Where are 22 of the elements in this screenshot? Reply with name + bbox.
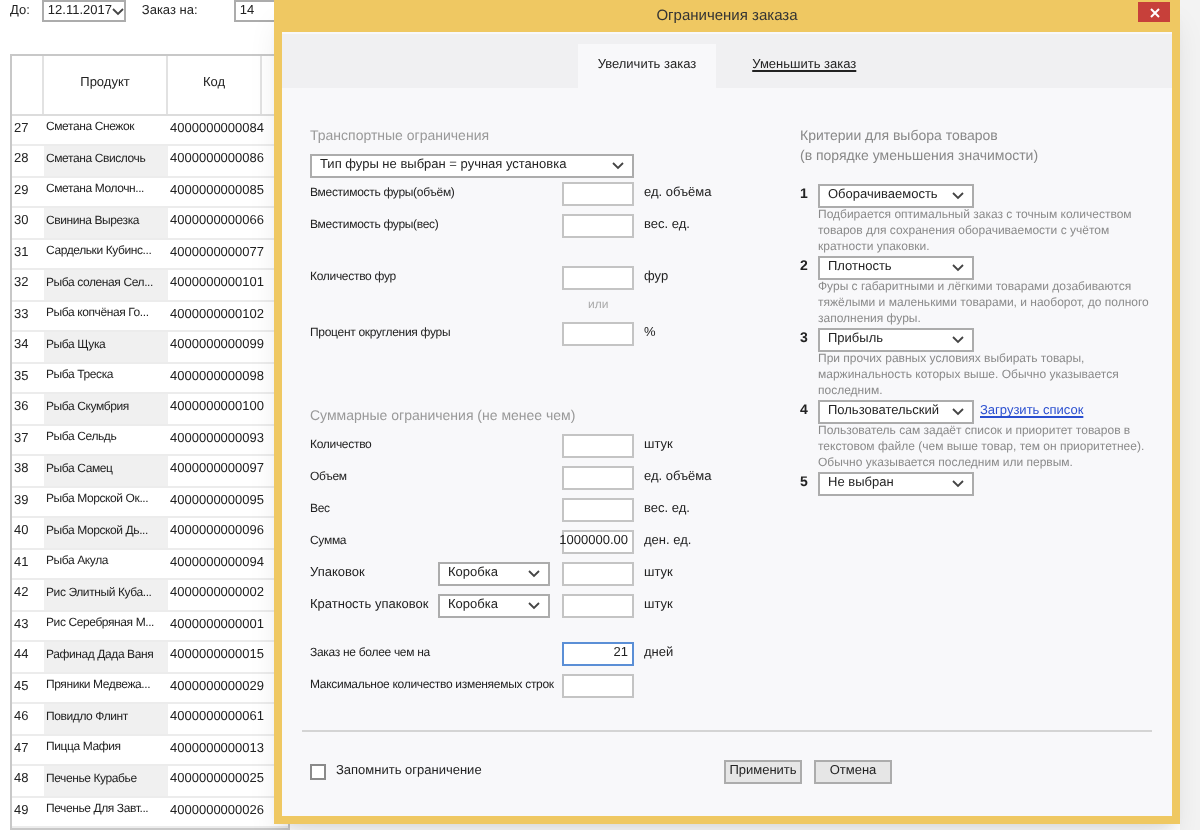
checkbox[interactable] xyxy=(310,764,326,780)
caret-icon xyxy=(612,162,624,170)
input-field[interactable] xyxy=(562,322,634,346)
input-field[interactable] xyxy=(562,466,634,490)
input-field[interactable] xyxy=(562,498,634,522)
caret-icon xyxy=(111,7,124,16)
input-field[interactable] xyxy=(562,214,634,238)
caret-icon xyxy=(952,336,964,344)
caret-icon xyxy=(952,192,964,200)
input-field[interactable] xyxy=(562,266,634,290)
input-field[interactable] xyxy=(562,434,634,458)
caret-icon xyxy=(952,480,964,488)
caret-icon xyxy=(528,602,540,610)
input-field[interactable] xyxy=(562,562,634,586)
caret-icon xyxy=(952,264,964,272)
close-icon xyxy=(1149,7,1159,17)
input-field[interactable] xyxy=(562,182,634,206)
caret-icon xyxy=(528,570,540,578)
input-field[interactable] xyxy=(562,674,634,698)
input-field[interactable] xyxy=(562,594,634,618)
caret-icon xyxy=(952,408,964,416)
close-button[interactable] xyxy=(1138,2,1170,22)
